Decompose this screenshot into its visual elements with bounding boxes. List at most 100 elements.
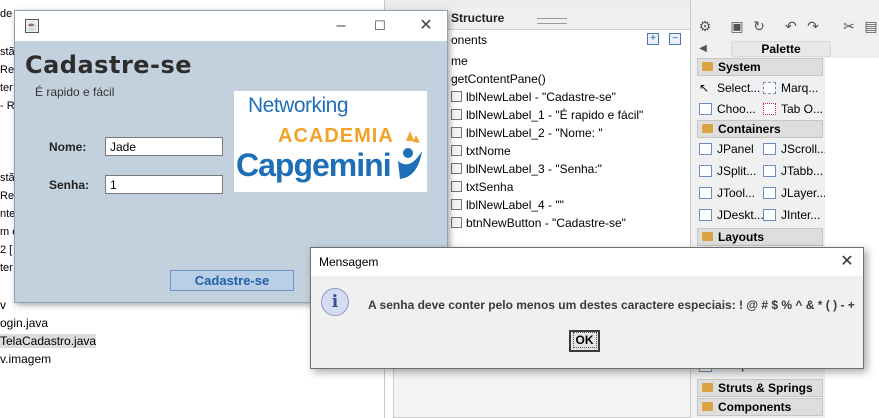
tree-row[interactable]: me [451, 54, 468, 68]
tree-row[interactable]: lblNewLabel_4 - "" [451, 198, 564, 212]
folder-icon [702, 62, 713, 71]
tree-row-label: lblNewLabel_1 - "É rapido e fácil" [466, 108, 644, 122]
tree-row-label: lblNewLabel_2 - "Nome: " [466, 126, 603, 140]
palette-item-jtoolbar[interactable]: JTool... [699, 185, 755, 201]
palette-item-jscrollpane[interactable]: JScroll... [763, 141, 827, 157]
cadastre-se-button[interactable]: Cadastre-se [170, 270, 294, 291]
file-item-selected[interactable]: TelaCadastro.java [0, 334, 97, 348]
palette-title[interactable]: Palette [731, 41, 831, 57]
test-gui-icon[interactable]: ⚙ [697, 18, 713, 34]
tree-row[interactable]: getContentPane() [451, 72, 546, 86]
palette-category-layouts[interactable]: Layouts [697, 228, 823, 246]
palette-toolbar: ⚙ ▣ ↻ ↶ ↷ ✂ ▤ [691, 14, 879, 40]
structure-toolbar [385, 0, 691, 8]
close-icon[interactable]: ✕ [416, 16, 436, 36]
logo-line-capgemini: Capgemini [236, 147, 392, 183]
close-icon[interactable]: ✕ [837, 252, 857, 272]
category-label: Containers [718, 122, 781, 136]
category-label: System [718, 60, 761, 74]
palette-item-label: JLayer... [781, 186, 827, 200]
palette-category-components[interactable]: Components [697, 398, 823, 416]
undo-icon[interactable]: ↶ [783, 18, 799, 34]
file-item[interactable]: v.imagem [0, 352, 51, 366]
dialog-titlebar[interactable]: Mensagem ✕ [311, 248, 863, 276]
palette-item-label: JDeskt... [717, 208, 764, 222]
bean-icon [699, 103, 712, 115]
palette-item-label: JSplit... [717, 164, 757, 178]
tree-row[interactable]: lblNewLabel_1 - "É rapido e fácil" [451, 108, 643, 122]
redo-icon[interactable]: ↷ [805, 18, 821, 34]
tree-item[interactable]: ter [0, 82, 13, 94]
palette-item-selection[interactable]: ↖ Select... [699, 80, 760, 96]
logo-line-academia: ACADEMIA [278, 125, 394, 147]
palette-item-jdesktoppane[interactable]: JDeskt... [699, 207, 764, 223]
tree-item[interactable]: stã [0, 172, 15, 184]
file-item[interactable]: ogin.java [0, 316, 48, 330]
tree-item[interactable]: 2 [ [0, 244, 12, 256]
tab-order-icon [763, 103, 776, 115]
jtabbedpane-icon [763, 165, 776, 177]
palette-item-label: Tab O... [781, 102, 824, 116]
structure-tab-label: Structure [451, 11, 505, 25]
tree-row-label: lblNewLabel_4 - "" [466, 198, 564, 212]
palette-item-marquee[interactable]: Marq... [763, 80, 818, 96]
label-icon [451, 163, 462, 174]
tree-row[interactable]: txtSenha [451, 180, 513, 194]
palette-item-jlayeredpane[interactable]: JLayer... [763, 185, 826, 201]
properties-panel [393, 365, 691, 418]
tree-row-label: lblNewLabel_3 - "Senha:" [466, 162, 602, 176]
palette-item-jtabbedpane[interactable]: JTabb... [763, 163, 823, 179]
tree-item[interactable]: ter [0, 262, 13, 274]
tree-row-label: txtNome [466, 144, 511, 158]
palette-category-struts[interactable]: Struts & Springs [697, 379, 823, 397]
minimize-icon[interactable]: – [331, 16, 351, 36]
collapse-all-icon[interactable]: − [669, 33, 681, 45]
refresh-icon[interactable]: ↻ [751, 18, 767, 34]
password-field[interactable] [105, 175, 223, 194]
palette-category-containers[interactable]: Containers [697, 120, 823, 138]
palette-item-label: JInter... [781, 208, 821, 222]
spade-icon [398, 131, 422, 179]
palette-item-tab-order[interactable]: Tab O... [763, 101, 823, 117]
palette-item-jsplitpane[interactable]: JSplit... [699, 163, 756, 179]
file-item[interactable]: v [0, 298, 6, 312]
tree-row-label: txtSenha [466, 180, 514, 194]
cut-icon[interactable]: ✂ [841, 18, 857, 34]
dialog-message: A senha deve conter pelo menos um destes… [368, 298, 855, 312]
export-icon[interactable]: ▣ [729, 18, 745, 34]
ok-button[interactable]: OK [569, 330, 600, 352]
message-dialog: Mensagem ✕ i A senha deve conter pelo me… [310, 247, 864, 369]
palette-item-label: JTabb... [781, 164, 824, 178]
tree-item[interactable]: de [0, 8, 12, 20]
palette-item-choose[interactable]: Choo... [699, 101, 756, 117]
tree-row[interactable]: btnNewButton - "Cadastre-se" [451, 216, 626, 230]
palette-item-jpanel[interactable]: JPanel [699, 141, 754, 157]
marquee-icon [763, 82, 776, 94]
page-subtitle: É rapido e fácil [35, 85, 115, 99]
collapse-left-icon[interactable]: ◀ [695, 41, 711, 57]
tree-row[interactable]: lblNewLabel_2 - "Nome: " [451, 126, 603, 140]
textfield-icon [451, 181, 462, 192]
tree-row[interactable]: txtNome [451, 144, 511, 158]
dialog-title: Mensagem [319, 255, 379, 269]
expand-all-icon[interactable]: + [647, 33, 659, 45]
maximize-icon[interactable]: ☐ [370, 16, 390, 36]
folder-icon [702, 383, 713, 392]
palette-category-system[interactable]: System [697, 58, 823, 76]
palette-item-jinternalframe[interactable]: JInter... [763, 207, 820, 223]
grip-icon [537, 18, 567, 24]
tree-item[interactable]: - R [0, 100, 15, 112]
jdesktoppane-icon [699, 209, 712, 221]
name-field[interactable] [105, 137, 223, 156]
window-titlebar[interactable]: ☕ – ☐ ✕ [15, 11, 447, 41]
folder-icon [702, 402, 713, 411]
palette-header: ◀ Palette [691, 40, 879, 58]
tree-row[interactable]: lblNewLabel - "Cadastre-se" [451, 90, 616, 104]
components-label: onents [451, 33, 488, 47]
tree-row[interactable]: lblNewLabel_3 - "Senha:" [451, 162, 602, 176]
jsplitpane-icon [699, 165, 712, 177]
jlayeredpane-icon [763, 187, 776, 199]
label-icon [451, 109, 462, 120]
copy-icon[interactable]: ▤ [863, 18, 879, 34]
tree-item[interactable]: stã [0, 46, 15, 58]
